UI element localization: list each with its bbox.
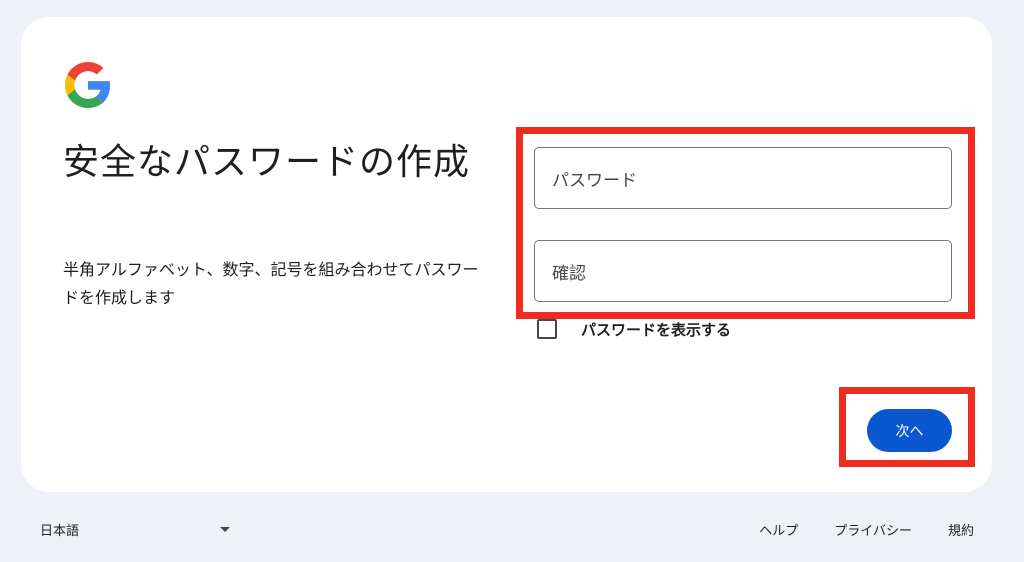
page-subtitle: 半角アルファベット、数字、記号を組み合わせてパスワードを作成します bbox=[63, 260, 479, 307]
next-button-highlight bbox=[839, 387, 975, 467]
caret-down-icon bbox=[220, 527, 230, 532]
terms-link[interactable]: 規約 bbox=[948, 520, 974, 539]
footer: 日本語 ヘルプ プライバシー 規約 bbox=[0, 510, 1024, 546]
page-title: 安全なパスワードの作成 bbox=[63, 142, 471, 183]
privacy-link[interactable]: プライバシー bbox=[834, 520, 912, 539]
show-password-toggle[interactable]: パスワードを表示する bbox=[537, 318, 731, 340]
google-logo-icon bbox=[65, 62, 111, 108]
footer-links: ヘルプ プライバシー 規約 bbox=[759, 520, 974, 539]
help-link[interactable]: ヘルプ bbox=[759, 520, 798, 539]
show-password-label: パスワードを表示する bbox=[581, 320, 732, 339]
password-fields-highlight bbox=[516, 127, 975, 319]
show-password-checkbox[interactable] bbox=[537, 319, 557, 339]
language-label: 日本語 bbox=[40, 524, 80, 539]
language-selector[interactable]: 日本語 bbox=[40, 520, 230, 539]
